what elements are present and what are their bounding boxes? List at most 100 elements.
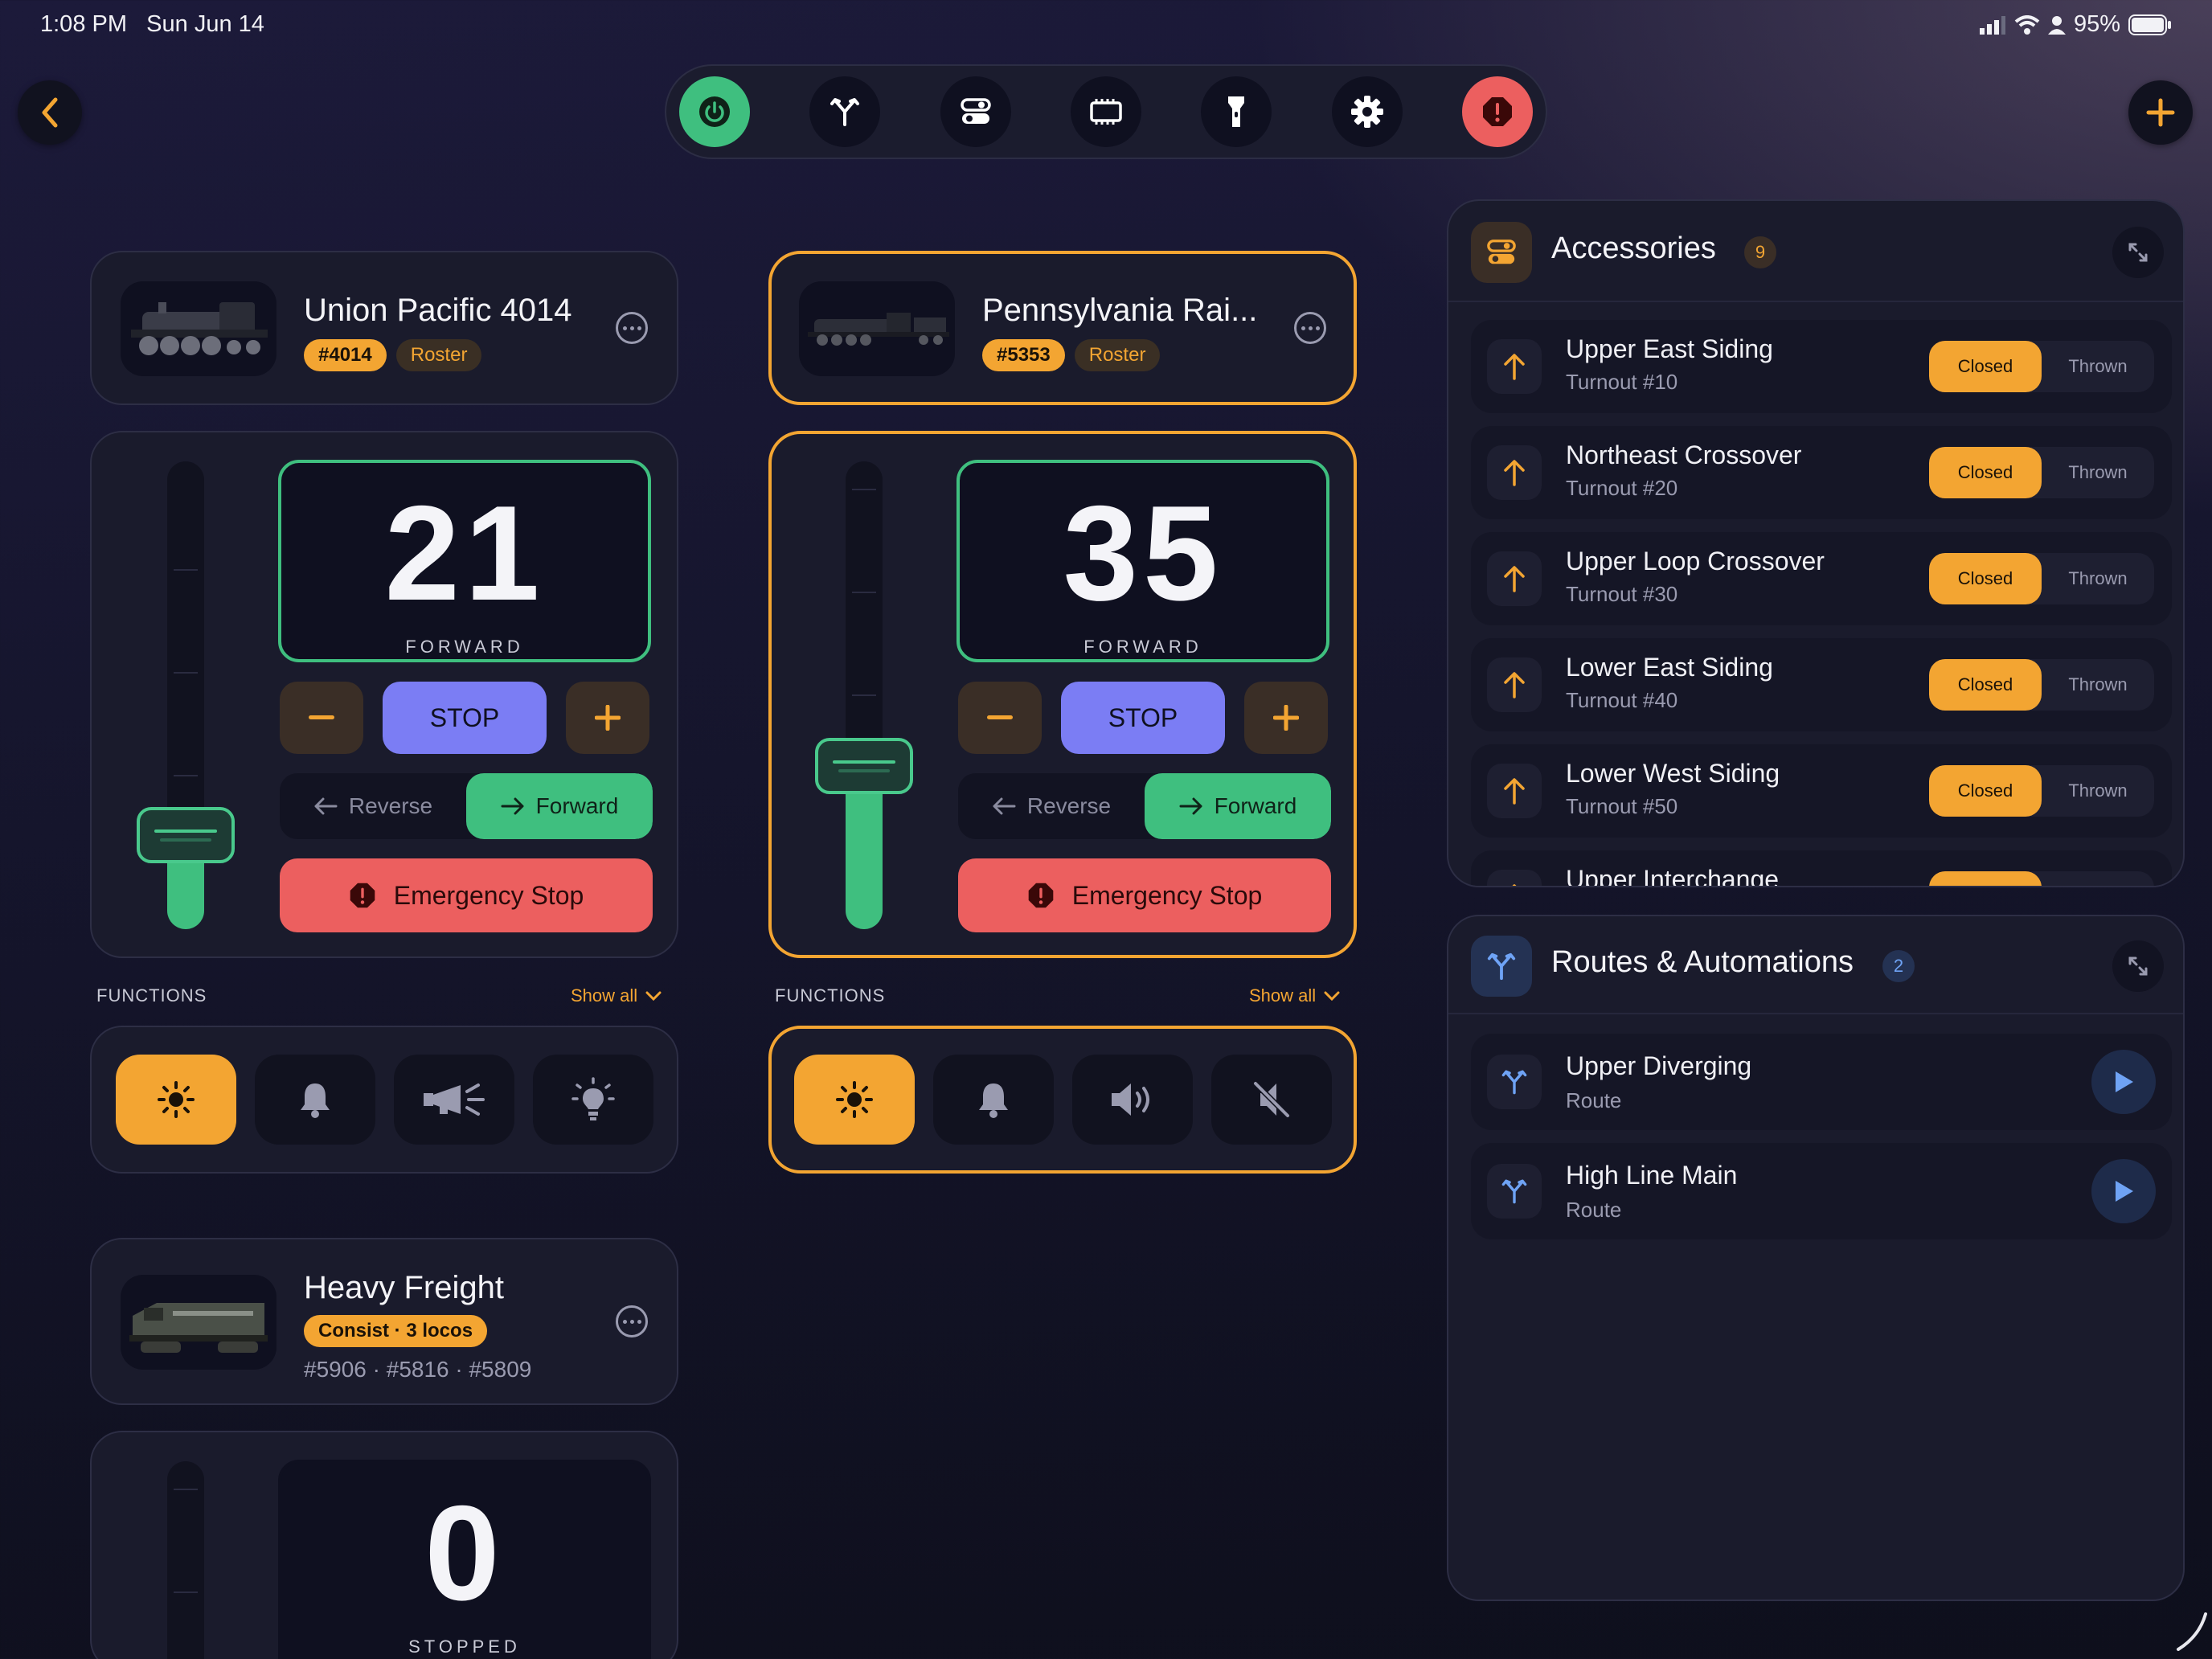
- function-light-button[interactable]: [532, 1055, 653, 1145]
- consist-header-card[interactable]: Heavy Freight Consist · 3 locos #5906 · …: [90, 1238, 678, 1405]
- show-all-functions-button[interactable]: Show all: [1249, 985, 1340, 1006]
- expand-accessories-button[interactable]: [2112, 227, 2164, 278]
- thrown-option[interactable]: Thrown: [2042, 659, 2154, 711]
- thrown-option[interactable]: Thrown: [2042, 341, 2154, 392]
- chip-icon: [1090, 99, 1122, 125]
- accessory-row[interactable]: Upper East Siding Turnout #10 Closed Thro…: [1471, 320, 2172, 413]
- function-mute-button[interactable]: [1210, 1055, 1332, 1145]
- speed-display: 0 STOPPED: [278, 1460, 651, 1659]
- routes-count-badge: 2: [1882, 950, 1915, 982]
- run-route-button[interactable]: [2091, 1159, 2156, 1223]
- slider-handle[interactable]: [137, 807, 235, 863]
- more-options-button[interactable]: [1294, 312, 1326, 344]
- bell-icon: [978, 1083, 1008, 1118]
- arrow-left-icon: [993, 797, 1016, 815]
- loco-tags: #5353 Roster: [982, 339, 1161, 371]
- function-headlight-button[interactable]: [793, 1055, 915, 1145]
- turnout-icon: [1487, 657, 1542, 712]
- forward-label: Forward: [535, 793, 619, 818]
- back-button[interactable]: [18, 80, 82, 145]
- direction-label: STOPPED: [408, 1636, 521, 1657]
- loco-header-card-selected[interactable]: Pennsylvania Rai... #5353 Roster: [768, 251, 1357, 405]
- route-row[interactable]: Upper Diverging Route: [1471, 1034, 2172, 1130]
- function-bell-button[interactable]: [254, 1055, 375, 1145]
- thrown-option[interactable]: Thrown: [2042, 553, 2154, 604]
- function-headlight-button[interactable]: [115, 1055, 236, 1145]
- bell-icon: [300, 1083, 330, 1118]
- forward-label: Forward: [1214, 793, 1297, 818]
- speed-slider[interactable]: [167, 1461, 204, 1659]
- settings-button[interactable]: [1331, 76, 1403, 147]
- stop-button[interactable]: STOP: [383, 682, 547, 754]
- headlight-button[interactable]: [1201, 76, 1272, 147]
- reverse-button[interactable]: Reverse: [280, 773, 466, 839]
- accessory-row[interactable]: Lower West Siding Turnout #50 Closed Thro…: [1471, 744, 2172, 838]
- emergency-stop-button[interactable]: Emergency Stop: [280, 858, 653, 932]
- address-tag: #5353: [982, 339, 1065, 371]
- increase-speed-button[interactable]: [566, 682, 649, 754]
- stop-button[interactable]: STOP: [1061, 682, 1225, 754]
- route-fork-icon: [830, 98, 860, 126]
- accessory-name: Upper Interchange: [1566, 865, 1780, 887]
- closed-option[interactable]: Closed: [1929, 341, 2042, 392]
- turnout-icon: [1487, 870, 1542, 886]
- speaker-icon: [1111, 1083, 1149, 1116]
- alert-icon: [1482, 97, 1512, 126]
- decrease-speed-button[interactable]: [280, 682, 363, 754]
- thrown-option[interactable]: Thrown: [2042, 447, 2154, 498]
- minus-icon: [309, 715, 334, 719]
- route-name: Upper Diverging: [1566, 1051, 1752, 1080]
- speed-slider[interactable]: [815, 461, 913, 929]
- closed-option[interactable]: Closed: [1929, 553, 2042, 604]
- accessory-subtitle: Turnout #30: [1566, 582, 1678, 606]
- routes-button[interactable]: [809, 76, 881, 147]
- reverse-button[interactable]: Reverse: [958, 773, 1145, 839]
- speed-slider[interactable]: [137, 461, 235, 929]
- thrown-option[interactable]: Thrown: [2042, 765, 2154, 817]
- throttle-card: 0 STOPPED: [90, 1431, 678, 1659]
- function-bell-button[interactable]: [932, 1055, 1054, 1145]
- add-button[interactable]: [2128, 80, 2193, 145]
- closed-option[interactable]: Closed: [1929, 659, 2042, 711]
- thrown-option[interactable]: Thrown: [2042, 871, 2154, 886]
- function-sound-button[interactable]: [1071, 1055, 1193, 1145]
- decoder-button[interactable]: [1070, 76, 1141, 147]
- run-route-button[interactable]: [2091, 1050, 2156, 1114]
- power-button[interactable]: [679, 76, 750, 147]
- direction-label: FORWARD: [1083, 637, 1202, 657]
- more-options-button[interactable]: [616, 312, 648, 344]
- lightbulb-icon: [571, 1077, 615, 1120]
- accessory-row[interactable]: Lower East Siding Turnout #40 Closed Thro…: [1471, 638, 2172, 731]
- accessories-button[interactable]: [940, 76, 1011, 147]
- closed-option[interactable]: Closed: [1929, 447, 2042, 498]
- function-horn-button[interactable]: [393, 1055, 514, 1145]
- mute-icon: [1253, 1081, 1289, 1118]
- accessory-row[interactable]: Upper Loop Crossover Turnout #30 Closed T…: [1471, 532, 2172, 625]
- turnout-state-toggle: ClosedThrown: [1929, 871, 2154, 886]
- arrow-up-icon: [1512, 884, 1517, 886]
- expand-routes-button[interactable]: [2112, 940, 2164, 992]
- time-text: 1:08 PM: [40, 11, 127, 37]
- more-options-button[interactable]: [616, 1305, 648, 1337]
- increase-speed-button[interactable]: [1244, 682, 1328, 754]
- show-all-functions-button[interactable]: Show all: [571, 985, 662, 1006]
- accessory-row[interactable]: Northeast Crossover Turnout #20 Closed Th…: [1471, 426, 2172, 519]
- emergency-stop-button[interactable]: Emergency Stop: [958, 858, 1331, 932]
- decrease-speed-button[interactable]: [958, 682, 1042, 754]
- turnout-state-toggle: ClosedThrown: [1929, 659, 2154, 711]
- slider-handle[interactable]: [815, 738, 913, 794]
- route-row[interactable]: High Line Main Route: [1471, 1143, 2172, 1239]
- global-emergency-stop-button[interactable]: [1461, 76, 1533, 147]
- loco-header-card[interactable]: Union Pacific 4014 #4014 Roster: [90, 251, 678, 405]
- forward-button[interactable]: Forward: [466, 773, 653, 839]
- arrow-up-icon: [1504, 672, 1525, 698]
- accessory-row[interactable]: Upper Interchange ClosedThrown: [1471, 850, 2172, 887]
- closed-option[interactable]: Closed: [1929, 871, 2042, 886]
- closed-option[interactable]: Closed: [1929, 765, 2042, 817]
- diesel-locomotive-icon: [129, 1303, 268, 1353]
- power-icon: [699, 96, 730, 127]
- throttle-card: 21 FORWARD STOP Reverse Forward Emergenc…: [90, 431, 678, 958]
- accessory-subtitle: Turnout #10: [1566, 370, 1678, 394]
- plus-icon: [1273, 705, 1299, 731]
- forward-button[interactable]: Forward: [1145, 773, 1331, 839]
